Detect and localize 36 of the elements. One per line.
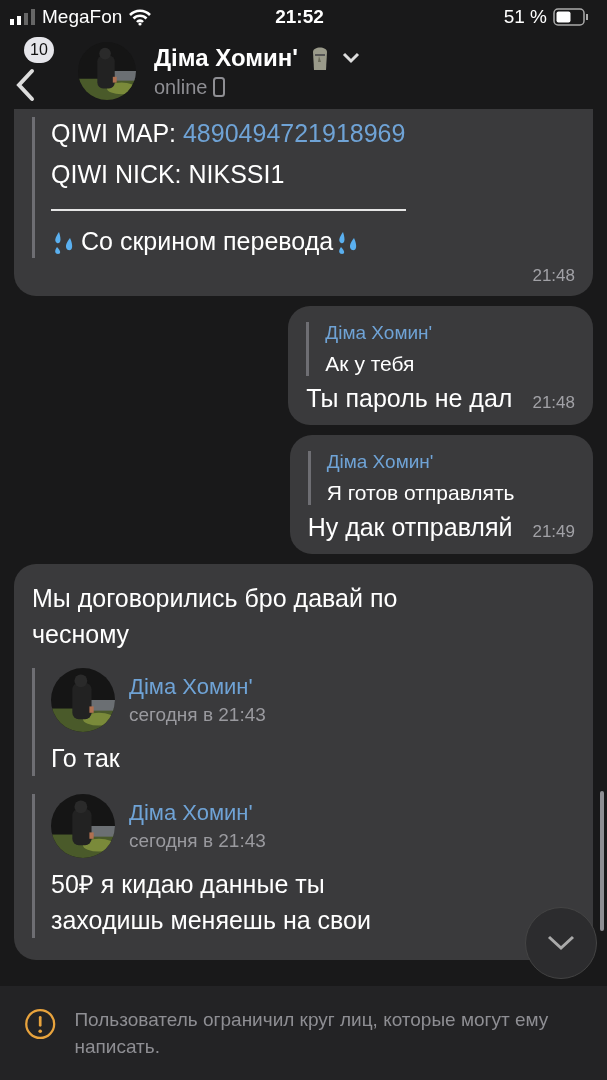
reply-text: Я готов отправлять xyxy=(326,481,516,505)
carrier-name: MegaFon xyxy=(42,5,123,28)
battery-icon xyxy=(553,7,589,26)
phone-icon xyxy=(213,77,226,98)
restriction-notice: Пользователь ограничил круг лиц, которые могут ему написать. xyxy=(74,1008,550,1059)
forward-date: сегодня в 21:43 xyxy=(129,830,266,852)
message-text: Ты пароль не дал xyxy=(306,384,513,413)
chevron-down-icon[interactable] xyxy=(341,51,360,64)
reply-text: Ак у тебя xyxy=(325,352,416,376)
message-text: Ну дак отправляй xyxy=(307,513,513,542)
forward-author: Діма Хомин' xyxy=(129,674,254,700)
message-time: 21:49 xyxy=(532,522,575,542)
message-text: Со скрином перевода xyxy=(81,226,334,257)
reply-author: Діма Хомин' xyxy=(326,451,435,473)
chevron-down-icon xyxy=(546,934,576,952)
unread-badge: 10 xyxy=(24,37,54,64)
message-time: 21:48 xyxy=(532,266,575,286)
reply-author: Діма Хомин' xyxy=(325,322,434,344)
message-text: Го так xyxy=(51,743,121,774)
nickname-value: NIKSSI1 xyxy=(188,160,285,188)
message-text: Мы договорились бро давай по чесному xyxy=(32,583,399,650)
message-text: QIWI MAP: 4890494721918969 xyxy=(51,118,407,149)
forward-date: сегодня в 21:43 xyxy=(129,704,266,726)
battery-percent: 51 % xyxy=(503,5,547,28)
online-status: online xyxy=(154,75,208,99)
contact-name[interactable]: Діма Хомин' xyxy=(154,43,298,72)
message-time: 21:48 xyxy=(532,393,575,413)
signal-icon xyxy=(10,8,36,25)
card-number-link[interactable]: 4890494721918969 xyxy=(182,119,406,147)
warning-icon xyxy=(24,1006,57,1042)
message-text: QIWI NICK: NIKSSI1 xyxy=(51,159,286,190)
wifi-icon xyxy=(128,7,153,26)
message-text: 50₽ я кидаю данные ты заходишь меняешь на свои xyxy=(51,869,372,936)
forward-author: Діма Хомин' xyxy=(129,800,254,826)
clock-time: 21:52 xyxy=(275,5,324,27)
back-icon[interactable] xyxy=(14,67,36,104)
